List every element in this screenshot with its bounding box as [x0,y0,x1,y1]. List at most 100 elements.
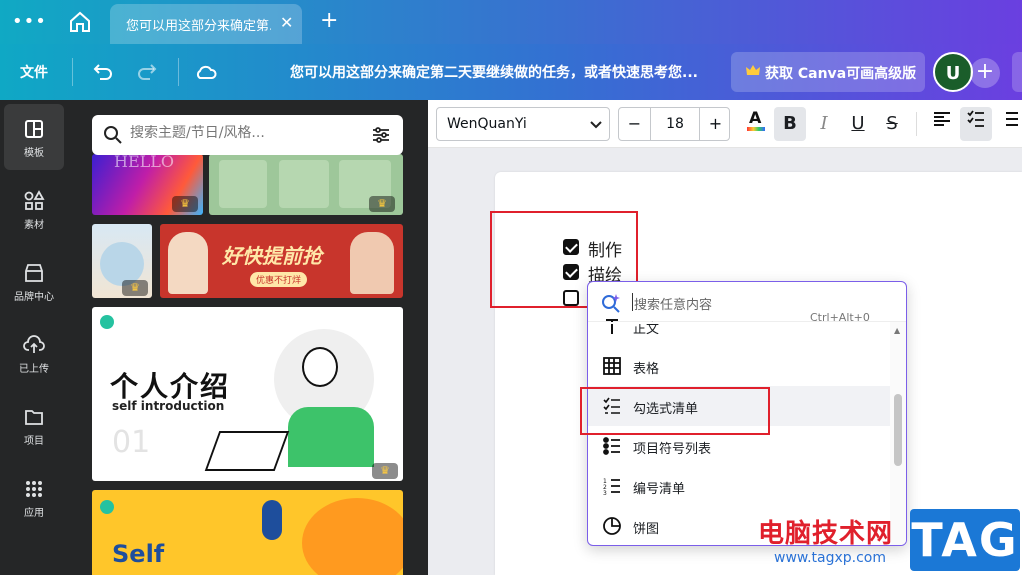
upload-icon [23,335,45,353]
bullet-list-icon [603,437,620,455]
template-thumbnail[interactable]: HELLO ♛ [92,154,203,215]
divider [72,58,73,86]
menu-item-label: 编号清单 [633,482,686,497]
font-size-value[interactable]: 18 [651,116,699,132]
file-menu[interactable]: 文件 [20,62,48,82]
thumbnail-text: self introduction [112,399,225,413]
menu-item-label: 饼图 [633,522,660,537]
watermark-site-name: 电脑技术网 [758,519,894,549]
cloud-save-icon[interactable] [192,58,220,86]
crown-icon: ♛ [122,280,148,296]
font-size-stepper[interactable]: − 18 + [618,107,730,141]
increase-size-button[interactable]: + [699,108,731,140]
divider [178,58,179,86]
line-spacing-button[interactable] [994,107,1022,141]
menu-item-label: 表格 [633,362,660,377]
text-toolbar: WenQuanYi − 18 + A B I U S [428,100,1022,148]
svg-text:3: 3 [603,490,607,496]
checklist-icon [967,110,984,127]
browser-tab-strip: ••• 您可以用这部分来确定第... ✕ + [0,0,1022,44]
document-title[interactable]: 您可以用这部分来确定第二天要继续做的任务，或者快速思考您... [290,62,698,82]
rail-label: 应用 [24,508,44,519]
filter-icon[interactable] [371,125,391,145]
strikethrough-button[interactable]: S [876,107,908,141]
template-thumbnail[interactable]: ♛ [209,154,403,215]
menu-item-label: 正文 [633,322,660,337]
text-color-button[interactable]: A [740,107,772,141]
browser-tab[interactable]: 您可以用这部分来确定第... ✕ [110,4,302,44]
template-search[interactable] [92,115,403,155]
home-icon[interactable] [68,10,92,34]
checklist-button[interactable] [960,107,992,141]
rail-item-apps[interactable]: 应用 [0,464,68,530]
crown-icon: ♛ [369,196,395,212]
rail-item-projects[interactable]: 项目 [0,392,68,458]
template-icon [25,120,43,138]
search-icon [104,126,122,144]
scrollbar-thumb[interactable] [894,394,902,466]
rail-item-templates[interactable]: 模板 [4,104,64,170]
close-icon[interactable]: ✕ [280,13,293,32]
thumbnail-text: HELLO [114,154,174,171]
italic-button[interactable]: I [808,107,840,141]
scroll-up-icon[interactable]: ▲ [894,326,900,335]
template-thumbnail[interactable]: Self [92,490,403,575]
avatar[interactable]: U [933,52,973,92]
align-button[interactable] [926,107,958,141]
rail-label: 项目 [24,436,44,447]
left-nav-rail: 模板 素材 品牌中心 已上传 项目 应用 [0,100,68,575]
editor-header: 文件 您可以用这部分来确定第二天要继续做的任务，或者快速思考您... 获取 Ca… [0,44,1022,100]
template-panel: HELLO ♛ ♛ ♛ 好快提前抢 优惠不打烊 个人介绍 self introd… [68,100,428,575]
template-thumbnail[interactable]: 个人介绍 self introduction 01 ♛ [92,307,403,481]
font-family-select[interactable]: WenQuanYi [436,107,610,141]
svg-text:A: A [749,108,762,127]
thumbnail-text: 优惠不打烊 [250,272,308,287]
menu-item-body-text[interactable]: 正文 Ctrl+Alt+0 [588,306,890,346]
share-button[interactable] [1012,52,1022,92]
template-thumbnail[interactable]: 好快提前抢 优惠不打烊 [160,224,403,298]
watermark-logo: TAG [910,509,1020,571]
scroll-mask [588,322,906,324]
thumbnail-text: 01 [112,425,151,460]
apps-icon [26,481,42,497]
thumbnail-text: 好快提前抢 [222,244,322,268]
upgrade-button[interactable]: 获取 Canva可画高级版 [731,52,925,92]
folder-icon [25,410,43,425]
bold-button[interactable]: B [774,107,806,141]
rail-item-elements[interactable]: 素材 [0,176,68,242]
tab-title: 您可以用这部分来确定第... [126,19,271,34]
crown-icon: ♛ [172,196,198,212]
add-people-button[interactable]: + [970,58,1000,88]
new-tab-button[interactable]: + [320,8,338,33]
redo-icon[interactable] [134,58,162,86]
rail-label: 品牌中心 [14,292,54,303]
menu-item-numbered-list[interactable]: 123 编号清单 [588,466,890,506]
brand-icon [25,264,43,282]
underline-button[interactable]: U [842,107,874,141]
watermark-url: www.tagxp.com [774,550,886,566]
rail-label: 已上传 [19,364,49,375]
crown-icon [746,65,760,75]
elements-icon [24,190,45,210]
undo-icon[interactable] [88,58,116,86]
numbered-list-icon: 123 [603,478,620,496]
crown-icon: ♛ [372,463,398,479]
menu-item-label: 项目符号列表 [633,442,712,457]
rail-label: 素材 [24,220,44,231]
chevron-down-icon [590,121,602,129]
pie-chart-icon [603,517,621,535]
rail-label: 模板 [24,148,44,159]
rail-item-uploads[interactable]: 已上传 [0,320,68,386]
template-thumbnail[interactable]: ♛ [92,224,152,298]
highlight-box [580,387,770,435]
menu-item-table[interactable]: 表格 [588,346,890,386]
decrease-size-button[interactable]: − [619,108,651,140]
more-dots-icon[interactable]: ••• [12,13,47,31]
table-icon [603,357,621,375]
upgrade-label: 获取 Canva可画高级版 [765,66,917,82]
text-color-icon: A [747,108,765,131]
divider [916,112,917,136]
rail-item-brand[interactable]: 品牌中心 [0,248,68,314]
search-input[interactable] [130,125,350,141]
text-icon [606,319,618,334]
